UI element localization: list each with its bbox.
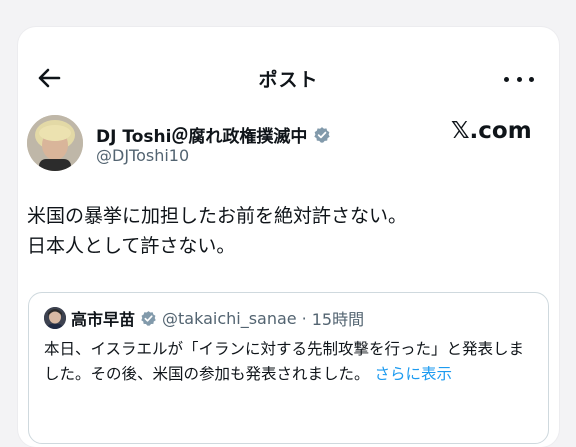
quoted-post[interactable]: 高市早苗 @takaichi_sanae · 15時間 本日、イスラエルが「イラ… xyxy=(28,292,549,444)
page-title: ポスト xyxy=(258,69,319,91)
post-line: 米国の暴挙に加担したお前を絶対許さない。 xyxy=(27,205,408,227)
quoted-author-handle: @takaichi_sanae xyxy=(162,308,297,328)
top-bar: ポスト xyxy=(18,27,559,127)
quoted-post-text: 本日、イスラエルが「イランに対する先制攻撃を行った」と発表しました。その後、米国… xyxy=(44,337,539,387)
meta-separator: · xyxy=(301,308,307,328)
quoted-body: 本日、イスラエルが「イランに対する先制攻撃を行った」と発表しました。その後、米国… xyxy=(44,340,525,383)
quoted-timestamp: 15時間 xyxy=(311,310,365,329)
watermark-text: 𝕏.com xyxy=(451,118,532,144)
post-card: ポスト DJ Toshi＠腐れ政権撲滅中 @DJToshi10 𝕏.com 米国… xyxy=(18,27,559,447)
post-text: 米国の暴挙に加担したお前を絶対許さない。 日本人として許さない。 xyxy=(27,201,547,261)
post-line: 日本人として許さない。 xyxy=(27,235,236,257)
verified-badge-icon xyxy=(141,310,156,326)
dot-icon xyxy=(529,76,534,82)
dot-icon xyxy=(504,76,509,82)
avatar[interactable] xyxy=(27,115,83,171)
x-com-watermark: 𝕏.com xyxy=(451,118,532,144)
show-more-link[interactable]: さらに表示 xyxy=(374,365,452,383)
author-handle[interactable]: @DJToshi10 xyxy=(96,146,189,165)
quoted-avatar xyxy=(44,307,66,329)
avatar-photo xyxy=(27,115,83,171)
quoted-post-header: 高市早苗 @takaichi_sanae · 15時間 xyxy=(44,306,364,330)
quoted-author-name: 高市早苗 xyxy=(71,310,136,329)
dot-icon xyxy=(516,76,522,82)
more-options-button[interactable] xyxy=(504,69,534,89)
author-name-text: DJ Toshi＠腐れ政権撲滅中 xyxy=(96,127,308,147)
verified-badge-icon xyxy=(314,126,331,143)
author-name[interactable]: DJ Toshi＠腐れ政権撲滅中 xyxy=(96,122,331,147)
